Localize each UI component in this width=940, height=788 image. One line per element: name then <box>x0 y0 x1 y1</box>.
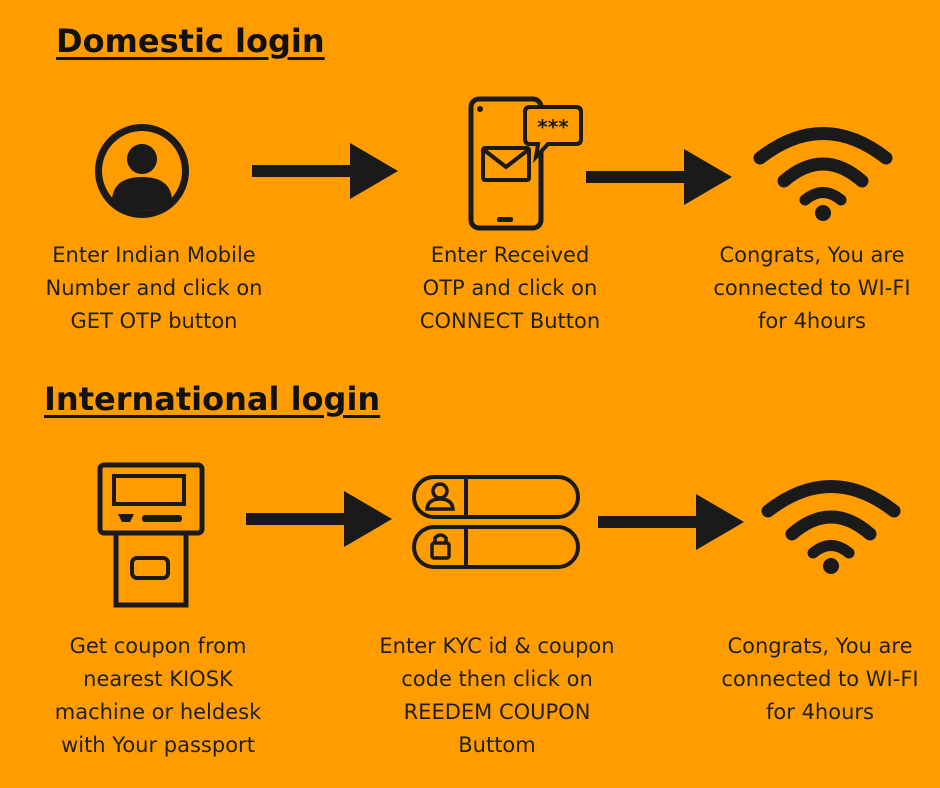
domestic-login-heading: Domestic login <box>56 22 325 60</box>
wifi-icon <box>761 480 901 574</box>
login-form-icon <box>412 475 580 569</box>
phone-otp-icon: *** <box>468 96 583 231</box>
international-login-heading: International login <box>44 380 381 418</box>
wifi-icon <box>753 127 893 221</box>
user-icon <box>95 124 189 218</box>
svg-text:***: *** <box>537 115 569 139</box>
kiosk-icon <box>97 462 205 608</box>
domestic-step-1-text: Enter Indian Mobile Number and click on … <box>45 243 263 333</box>
arrow-right-icon <box>252 143 398 199</box>
arrow-right-icon <box>586 149 732 205</box>
international-step-2-text: Enter KYC id & coupon code then click on… <box>379 634 615 757</box>
domestic-step-3-text: Congrats, You are connected to WI-FI for… <box>713 243 911 333</box>
international-step-1-text: Get coupon from nearest KIOSK machine or… <box>54 634 262 757</box>
arrow-right-icon <box>246 491 392 547</box>
arrow-right-icon <box>598 494 744 550</box>
domestic-step-2-text: Enter Received OTP and click on CONNECT … <box>419 243 601 333</box>
international-step-3-text: Congrats, You are connected to WI-FI for… <box>721 634 919 724</box>
